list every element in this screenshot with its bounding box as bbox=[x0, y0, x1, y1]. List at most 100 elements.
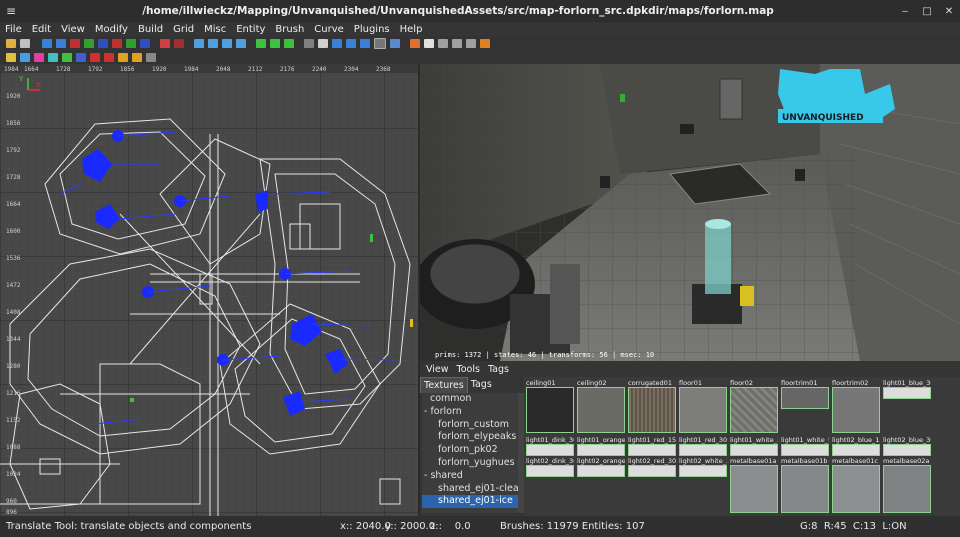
texture-tile[interactable]: light01_white_3000 bbox=[730, 436, 778, 456]
texture-tile[interactable]: ceiling01 bbox=[526, 379, 574, 433]
tree-item[interactable]: forlorn_elypeaks bbox=[422, 431, 518, 444]
texture-tile[interactable]: light02_dink_3000 bbox=[526, 457, 574, 477]
plugin-merge-icon[interactable] bbox=[90, 52, 100, 62]
menu-plugins[interactable]: Plugins bbox=[349, 24, 395, 35]
menu-entity[interactable]: Entity bbox=[231, 24, 270, 35]
flip-y-icon[interactable] bbox=[84, 38, 94, 48]
texture-tile[interactable]: floortrim02 bbox=[832, 379, 880, 433]
plugin-prefab-icon[interactable] bbox=[6, 52, 16, 62]
plugin-close-icon[interactable] bbox=[146, 52, 156, 62]
menu-brush[interactable]: Brush bbox=[270, 24, 309, 35]
tree-item[interactable]: forlorn_pk02 bbox=[422, 444, 518, 457]
menu-misc[interactable]: Misc bbox=[199, 24, 231, 35]
texture-tile[interactable]: floortrim01 bbox=[781, 379, 829, 409]
tree-item[interactable]: - forlorn bbox=[422, 406, 518, 419]
camera-3d-view[interactable]: prims: 1372 | states: 46 | transforms: 5… bbox=[420, 64, 960, 361]
flip-z-icon[interactable] bbox=[98, 38, 108, 48]
close-button[interactable]: ✕ bbox=[938, 6, 960, 17]
undo-icon[interactable] bbox=[42, 38, 52, 48]
maximize-button[interactable]: □ bbox=[916, 6, 938, 17]
tree-item[interactable]: - shared bbox=[422, 470, 518, 483]
select-complete-tall-icon[interactable] bbox=[222, 38, 232, 48]
plugin-path-icon[interactable] bbox=[62, 52, 72, 62]
tree-item-selected[interactable]: shared_ej01-ice bbox=[422, 495, 518, 509]
texture-tile[interactable]: light01_blue_3000 bbox=[883, 379, 931, 399]
window-menu-icon[interactable]: ≡ bbox=[0, 4, 22, 18]
view-xz-icon[interactable] bbox=[452, 38, 462, 48]
texture-tile[interactable]: metalbase01c bbox=[832, 457, 880, 513]
plugin-caulk-icon[interactable] bbox=[104, 52, 114, 62]
texture-tile[interactable]: corrugated01 bbox=[628, 379, 676, 433]
menu-grid[interactable]: Grid bbox=[168, 24, 199, 35]
menu-file[interactable]: File bbox=[0, 24, 27, 35]
texture-lock-icon[interactable] bbox=[410, 38, 420, 48]
texture-tile[interactable]: light02_orange_3000 bbox=[577, 457, 625, 477]
texture-tile[interactable]: floor01 bbox=[679, 379, 727, 433]
texture-tile[interactable]: light02_white_3000 bbox=[679, 457, 727, 477]
flip-x-icon[interactable] bbox=[70, 38, 80, 48]
tree-item[interactable]: forlorn_custom bbox=[422, 419, 518, 432]
rotate-z-icon[interactable] bbox=[140, 38, 150, 48]
texture-tile[interactable]: metalbase01b bbox=[781, 457, 829, 513]
hide-selected-icon[interactable] bbox=[256, 38, 266, 48]
minimize-button[interactable]: ‒ bbox=[894, 6, 916, 17]
refresh-icon[interactable] bbox=[480, 38, 490, 48]
plugin-polygon-icon[interactable] bbox=[48, 52, 58, 62]
texture-tile[interactable]: light01_red_1500 bbox=[628, 436, 676, 456]
tree-item[interactable]: common bbox=[422, 393, 518, 406]
plugin-split-icon[interactable] bbox=[76, 52, 86, 62]
texture-tile[interactable]: light01_red_3000 bbox=[679, 436, 727, 456]
texture-tile[interactable]: floor02 bbox=[730, 379, 778, 433]
select-touching-icon[interactable] bbox=[208, 38, 218, 48]
menu-modify[interactable]: Modify bbox=[90, 24, 133, 35]
open-map-icon[interactable] bbox=[6, 38, 16, 48]
texture-tile[interactable]: light01_white_5000 bbox=[781, 436, 829, 456]
camera-scene[interactable]: prims: 1372 | states: 46 | transforms: 5… bbox=[420, 64, 960, 361]
translate-tool-icon[interactable] bbox=[318, 38, 328, 48]
plugin-stairs-icon[interactable] bbox=[132, 52, 142, 62]
menu-curve[interactable]: Curve bbox=[309, 24, 349, 35]
resize-tool-icon[interactable] bbox=[360, 38, 370, 48]
plugin-color-icon[interactable] bbox=[34, 52, 44, 62]
texture-tile[interactable]: metalbase01a bbox=[730, 457, 778, 513]
xy-grid-canvas[interactable]: 1984 1664 1728 1792 1856 1920 1984 2048 … bbox=[0, 64, 418, 516]
texture-tile[interactable]: metalbase02a bbox=[883, 457, 931, 513]
rotate-x-icon[interactable] bbox=[112, 38, 122, 48]
panel-tab-view[interactable]: View bbox=[422, 363, 453, 376]
drag-tool-icon[interactable] bbox=[374, 37, 386, 49]
menu-help[interactable]: Help bbox=[395, 24, 428, 35]
show-hidden-icon[interactable] bbox=[270, 38, 280, 48]
texture-tile[interactable]: light02_red_3000 bbox=[628, 457, 676, 477]
select-inside-icon[interactable] bbox=[194, 38, 204, 48]
redo-icon[interactable] bbox=[56, 38, 66, 48]
region-icon[interactable] bbox=[284, 38, 294, 48]
texture-tab-tags[interactable]: Tags bbox=[468, 377, 495, 393]
plugin-light-icon[interactable] bbox=[118, 52, 128, 62]
rotate-y-icon[interactable] bbox=[126, 38, 136, 48]
csg-subtract-icon[interactable] bbox=[160, 38, 170, 48]
view-xy-icon[interactable] bbox=[438, 38, 448, 48]
select-partial-tall-icon[interactable] bbox=[236, 38, 246, 48]
view-yz-icon[interactable] bbox=[466, 38, 476, 48]
patch-icon[interactable] bbox=[424, 38, 434, 48]
plugin-bobtoolz-icon[interactable] bbox=[20, 52, 30, 62]
menu-build[interactable]: Build bbox=[133, 24, 168, 35]
texture-tile[interactable]: light01_orange_3000 bbox=[577, 436, 625, 456]
csg-merge-icon[interactable] bbox=[174, 38, 184, 48]
texture-tile[interactable]: ceiling02 bbox=[577, 379, 625, 433]
texture-tile[interactable]: light02_blue_1500 bbox=[832, 436, 880, 456]
tree-item[interactable]: forlorn_yughues bbox=[422, 457, 518, 470]
rotate-tool-icon[interactable] bbox=[332, 38, 342, 48]
save-map-icon[interactable] bbox=[20, 38, 30, 48]
clipper-icon[interactable] bbox=[304, 38, 314, 48]
menu-edit[interactable]: Edit bbox=[27, 24, 56, 35]
tree-item[interactable]: shared_ej01-clean bbox=[422, 483, 525, 496]
panel-tab-tags[interactable]: Tags bbox=[484, 363, 513, 376]
skew-tool-icon[interactable] bbox=[390, 38, 400, 48]
xy-2d-view[interactable]: 1984 1664 1728 1792 1856 1920 1984 2048 … bbox=[0, 64, 418, 516]
texture-tab-textures[interactable]: Textures bbox=[420, 377, 468, 393]
panel-tab-tools[interactable]: Tools bbox=[453, 363, 484, 376]
scale-tool-icon[interactable] bbox=[346, 38, 356, 48]
texture-tile[interactable]: light02_blue_3000 bbox=[883, 436, 931, 456]
menu-view[interactable]: View bbox=[56, 24, 90, 35]
